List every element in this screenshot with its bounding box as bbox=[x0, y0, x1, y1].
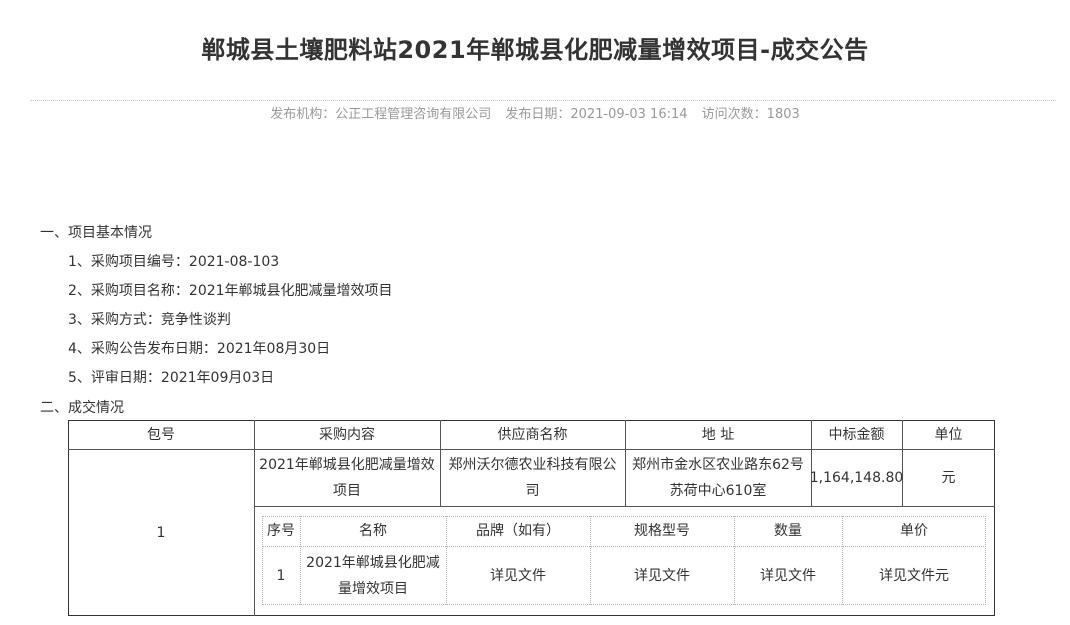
header-address: 地 址 bbox=[701, 426, 735, 443]
unit-cell: 元 bbox=[941, 469, 956, 486]
header-package: 包号 bbox=[147, 426, 175, 443]
deal-table-row-border bbox=[254, 506, 995, 507]
address-line: 郑州市金水区农业路东62号 bbox=[632, 457, 804, 473]
address-line: 苏荷中心610室 bbox=[669, 483, 767, 499]
address-cell: 郑州市金水区农业路东62号 苏荷中心610室 bbox=[625, 451, 811, 505]
detail-quantity: 详见文件 bbox=[760, 567, 816, 584]
detail-brand: 详见文件 bbox=[490, 567, 546, 584]
meta-date: 发布日期：2021-09-03 16:14 bbox=[505, 107, 688, 122]
header-supplier: 供应商名称 bbox=[497, 426, 568, 443]
page-title: 郸城县土壤肥料站2021年郸城县化肥减量增效项目-成交公告 bbox=[201, 36, 869, 64]
title-divider bbox=[30, 100, 1056, 101]
content-cell: 2021年郸城县化肥减量增效 项目 bbox=[254, 451, 440, 505]
info-project-number: 1、采购项目编号：2021-08-103 bbox=[68, 254, 280, 270]
detail-header-name: 名称 bbox=[359, 523, 387, 539]
supplier-cell: 郑州沃尔德农业科技有限公 司 bbox=[440, 451, 625, 505]
meta-bar: 发布机构：公正工程管理咨询有限公司 发布日期：2021-09-03 16:14 … bbox=[0, 103, 1070, 122]
section-basic-heading: 一、项目基本情况 bbox=[40, 225, 152, 241]
content-line: 项目 bbox=[333, 483, 361, 499]
section-deal-heading: 二、成交情况 bbox=[40, 400, 124, 416]
meta-visits: 访问次数：1803 bbox=[701, 107, 800, 122]
info-procurement-method: 3、采购方式：竞争性谈判 bbox=[68, 312, 231, 328]
header-unit: 单位 bbox=[934, 426, 963, 443]
deal-table-col-divider bbox=[254, 420, 255, 616]
detail-header-spec: 规格型号 bbox=[634, 523, 690, 539]
info-project-name: 2、采购项目名称：2021年郸城县化肥减量增效项目 bbox=[68, 283, 393, 299]
content-line: 2021年郸城县化肥减量增效 bbox=[259, 457, 435, 473]
header-content: 采购内容 bbox=[319, 426, 375, 443]
header-amount: 中标金额 bbox=[828, 426, 885, 443]
info-review-date: 5、评审日期：2021年09月03日 bbox=[68, 370, 275, 386]
info-announce-date: 4、采购公告发布日期：2021年08月30日 bbox=[68, 341, 331, 357]
supplier-line: 司 bbox=[525, 483, 540, 499]
amount-cell: 1,164,148.80 bbox=[809, 469, 904, 486]
detail-name-cell: 2021年郸城县化肥减 量增效项目 bbox=[300, 548, 446, 604]
detail-name-line: 2021年郸城县化肥减 bbox=[306, 555, 440, 571]
detail-name-line: 量增效项目 bbox=[338, 581, 408, 597]
detail-price: 详见文件元 bbox=[879, 567, 949, 584]
package-number: 1 bbox=[156, 524, 166, 541]
detail-header-brand: 品牌（如有） bbox=[476, 523, 560, 539]
detail-spec: 详见文件 bbox=[634, 567, 690, 584]
detail-header-index: 序号 bbox=[267, 523, 295, 539]
detail-index: 1 bbox=[276, 567, 286, 584]
supplier-line: 郑州沃尔德农业科技有限公 bbox=[448, 457, 617, 473]
detail-header-quantity: 数量 bbox=[774, 523, 802, 539]
meta-publisher: 发布机构：公正工程管理咨询有限公司 bbox=[270, 107, 492, 122]
detail-header-price: 单价 bbox=[900, 523, 928, 539]
